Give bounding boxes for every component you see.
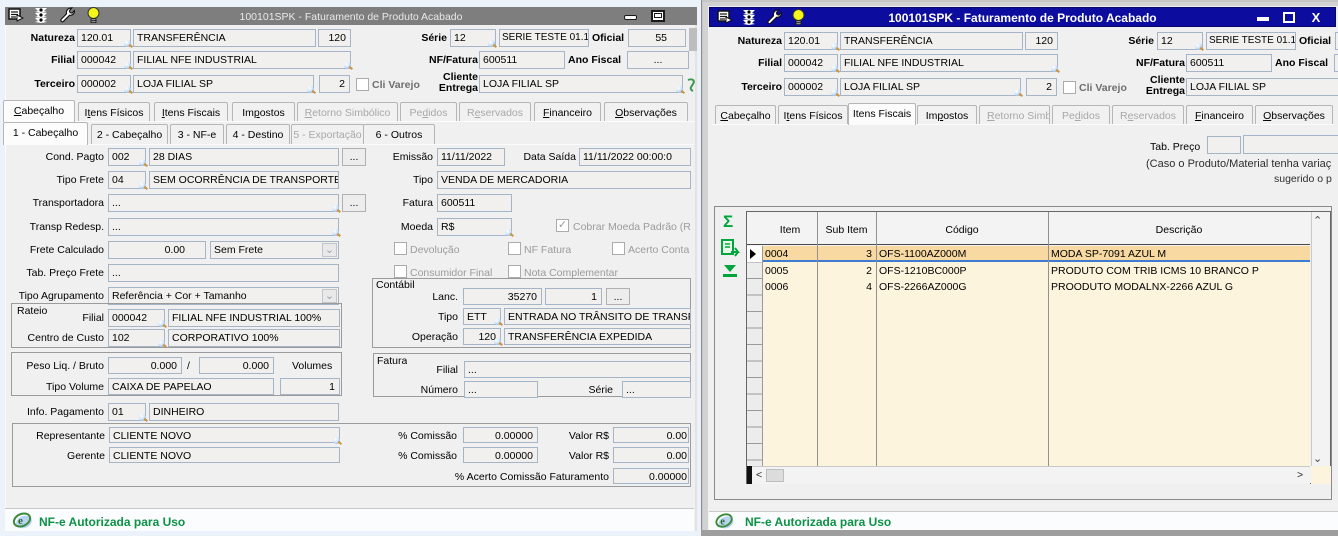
svg-text:e: e bbox=[720, 516, 725, 527]
svg-text:e: e bbox=[18, 515, 23, 527]
